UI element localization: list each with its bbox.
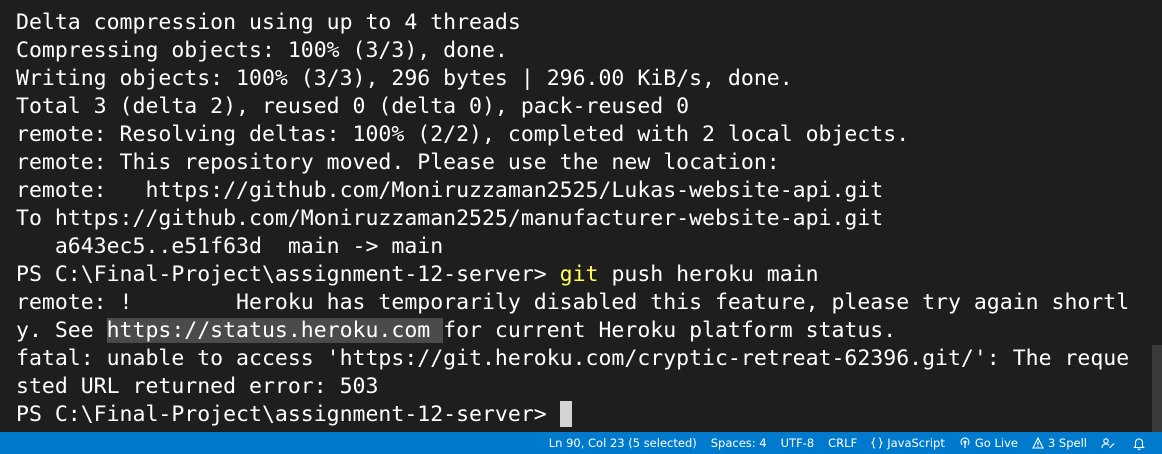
- status-link[interactable]: https://status.heroku.com: [106, 318, 444, 343]
- terminal-cursor: [559, 401, 572, 427]
- output-line: To https://github.com/Moniruzzaman2525/m…: [16, 206, 884, 231]
- broadcast-icon: [959, 437, 971, 449]
- eol-label: CRLF: [828, 436, 858, 450]
- error-line: y. See https://status.heroku.com for cur…: [16, 317, 1129, 345]
- output-line: Writing objects: 100% (3/3), 296 bytes |…: [16, 66, 793, 91]
- prompt: PS C:\Final-Project\assignment-12-server…: [16, 262, 560, 287]
- feedback-button[interactable]: [1094, 432, 1126, 454]
- command-name: git: [559, 262, 599, 287]
- output-line: remote: Resolving deltas: 100% (2/2), co…: [16, 122, 910, 147]
- terminal-output[interactable]: Delta compression using up to 4 threads …: [16, 9, 1129, 429]
- fatal-line: sted URL returned error: 503: [16, 374, 379, 399]
- command-args: push heroku main: [598, 262, 819, 287]
- go-live-label: Go Live: [974, 436, 1018, 450]
- prompt-line: PS C:\Final-Project\assignment-12-server…: [16, 261, 1129, 289]
- output-line: remote: This repository moved. Please us…: [16, 150, 780, 175]
- indentation-setting[interactable]: Spaces: 4: [704, 432, 774, 454]
- bell-icon: [1133, 437, 1145, 450]
- spell-label: 3 Spell: [1047, 436, 1087, 450]
- output-line: remote: https://github.com/Moniruzzaman2…: [16, 178, 884, 203]
- output-line: Compressing objects: 100% (3/3), done.: [16, 38, 508, 63]
- braces-icon: [871, 437, 883, 449]
- terminal-scrollbar[interactable]: [1152, 345, 1162, 432]
- cursor-position[interactable]: Ln 90, Col 23 (5 selected): [542, 432, 704, 454]
- indentation-label: Spaces: 4: [710, 436, 767, 450]
- fatal-line: fatal: unable to access 'https://git.her…: [16, 346, 1130, 371]
- language-label: JavaScript: [887, 436, 945, 450]
- terminal-panel[interactable]: Delta compression using up to 4 threads …: [0, 0, 1162, 432]
- error-line: remote: ! Heroku has temporarily disable…: [16, 290, 1130, 315]
- prompt-line: PS C:\Final-Project\assignment-12-server…: [16, 401, 1129, 429]
- feedback-icon: [1101, 437, 1115, 450]
- notifications-button[interactable]: [1126, 432, 1156, 454]
- spell-check-status[interactable]: 3 Spell: [1025, 432, 1094, 454]
- encoding-label: UTF-8: [780, 436, 815, 450]
- eol-setting[interactable]: CRLF: [821, 432, 864, 454]
- status-bar: Ln 90, Col 23 (5 selected) Spaces: 4 UTF…: [0, 432, 1162, 454]
- prompt: PS C:\Final-Project\assignment-12-server…: [16, 402, 560, 427]
- output-line: Delta compression using up to 4 threads: [16, 10, 521, 35]
- error-text: for current Heroku platform status.: [443, 318, 897, 343]
- error-text: y. See: [16, 318, 107, 343]
- warning-icon: [1032, 437, 1044, 449]
- output-line: a643ec5..e51f63d main -> main: [16, 234, 444, 259]
- go-live-button[interactable]: Go Live: [952, 432, 1025, 454]
- language-mode[interactable]: JavaScript: [864, 432, 952, 454]
- output-line: Total 3 (delta 2), reused 0 (delta 0), p…: [16, 94, 690, 119]
- cursor-position-label: Ln 90, Col 23 (5 selected): [548, 436, 697, 450]
- encoding-setting[interactable]: UTF-8: [774, 432, 822, 454]
